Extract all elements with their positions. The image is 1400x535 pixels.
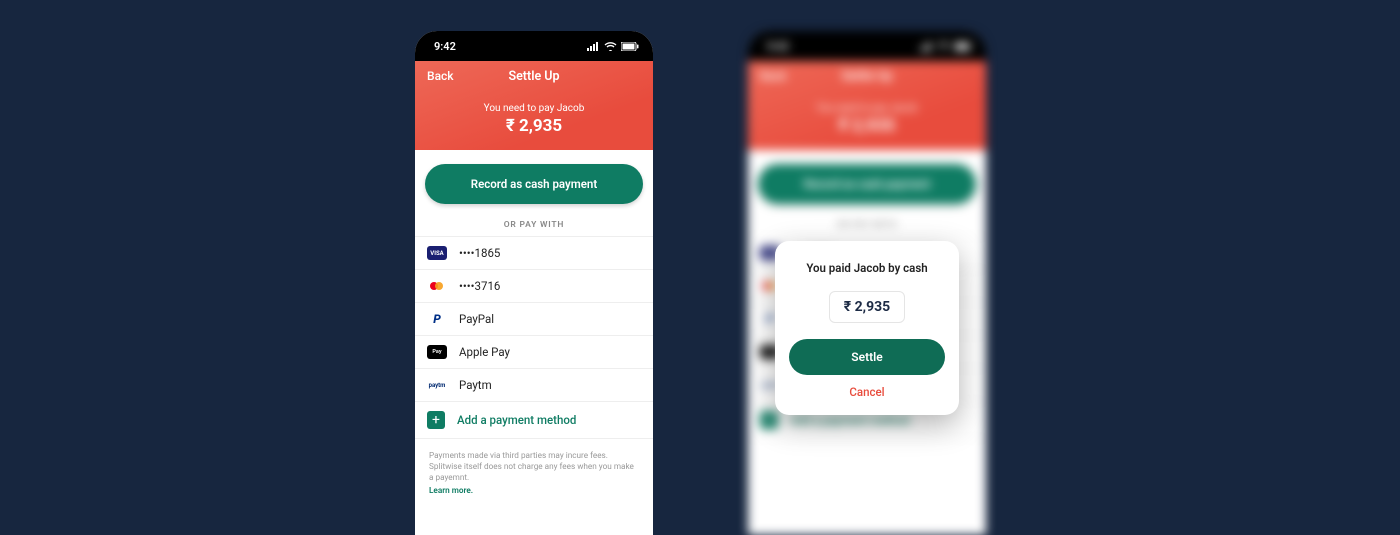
payment-method-label: Apple Pay — [459, 345, 510, 359]
status-icons — [587, 42, 639, 51]
paypal-icon: P — [427, 312, 447, 326]
payment-method-applepay[interactable]: Pay Apple Pay — [415, 335, 653, 368]
status-bar: 9:42 — [415, 31, 653, 61]
record-cash-button[interactable]: Record as cash payment — [425, 164, 643, 204]
payment-method-label: ••••1865 — [459, 246, 500, 260]
plus-icon: + — [427, 411, 445, 429]
applepay-icon: Pay — [427, 345, 447, 359]
payment-method-label: Paytm — [459, 378, 492, 392]
mastercard-icon — [427, 279, 447, 293]
payment-method-visa[interactable]: VISA ••••1865 — [415, 236, 653, 269]
modal-amount-input[interactable]: ₹ 2,935 — [829, 291, 905, 323]
add-payment-method[interactable]: + Add a payment method — [415, 401, 653, 439]
pay-to-label: You need to pay Jacob — [415, 103, 653, 114]
status-time: 9:42 — [434, 40, 456, 53]
payment-method-label: ••••3716 — [459, 279, 500, 293]
wifi-icon — [604, 42, 617, 51]
cancel-button[interactable]: Cancel — [789, 385, 945, 399]
paytm-icon: paytm — [427, 378, 447, 392]
payment-method-label: PayPal — [459, 312, 494, 326]
confirm-cash-modal: You paid Jacob by cash ₹ 2,935 Settle Ca… — [775, 241, 959, 415]
learn-more-link[interactable]: Learn more. — [429, 486, 639, 497]
visa-icon: VISA — [427, 246, 447, 260]
payment-method-paypal[interactable]: P PayPal — [415, 302, 653, 335]
add-payment-method-label: Add a payment method — [457, 413, 576, 427]
or-pay-with-label: OR PAY WITH — [415, 220, 653, 230]
header: Back Settle Up You need to pay Jacob ₹ 2… — [415, 61, 653, 150]
settle-up-screen: 9:42 Back Settle Up You need to pay Jaco… — [415, 31, 653, 535]
payment-method-paytm[interactable]: paytm Paytm — [415, 368, 653, 401]
content: Record as cash payment OR PAY WITH VISA … — [415, 164, 653, 497]
disclaimer-text: Payments made via third parties may incu… — [429, 451, 634, 483]
disclaimer: Payments made via third parties may incu… — [415, 439, 653, 497]
battery-icon — [621, 42, 639, 51]
pay-amount: ₹ 2,935 — [415, 116, 653, 136]
signal-icon — [587, 42, 600, 51]
modal-title: You paid Jacob by cash — [789, 261, 945, 275]
back-button[interactable]: Back — [427, 69, 454, 83]
settle-button[interactable]: Settle — [789, 339, 945, 375]
payment-method-mastercard[interactable]: ••••3716 — [415, 269, 653, 302]
